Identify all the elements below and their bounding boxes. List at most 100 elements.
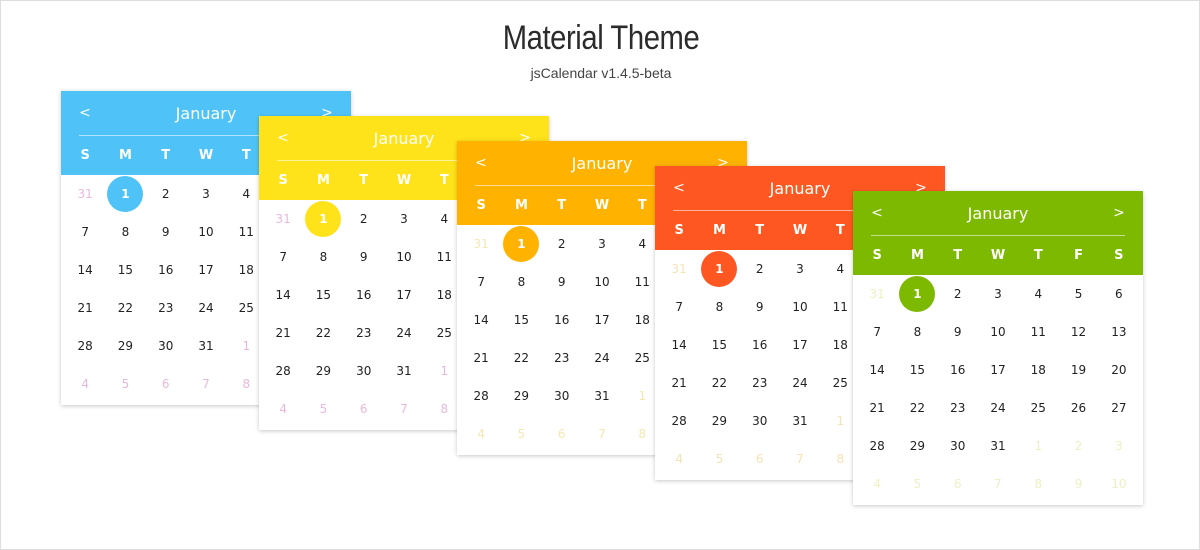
day-cell[interactable]: 22 — [105, 289, 145, 327]
day-cell[interactable]: 9 — [146, 213, 186, 251]
day-cell[interactable]: 11 — [1018, 313, 1058, 351]
day-cell[interactable]: 8 — [303, 238, 343, 276]
day-cell[interactable]: 2 — [146, 175, 186, 213]
day-cell[interactable]: 16 — [344, 276, 384, 314]
day-cell[interactable]: 9 — [542, 263, 582, 301]
day-cell[interactable]: 29 — [303, 352, 343, 390]
month-title[interactable]: January — [853, 204, 1143, 223]
day-cell[interactable]: 21 — [659, 364, 699, 402]
day-cell[interactable]: 16 — [146, 251, 186, 289]
day-cell[interactable]: 7 — [659, 288, 699, 326]
day-cell[interactable]: 15 — [303, 276, 343, 314]
day-cell[interactable]: 4 — [461, 415, 501, 453]
day-cell[interactable]: 24 — [186, 289, 226, 327]
day-cell[interactable]: 4 — [1018, 275, 1058, 313]
day-cell[interactable]: 2 — [344, 200, 384, 238]
day-cell[interactable]: 23 — [938, 389, 978, 427]
day-cell[interactable]: 22 — [897, 389, 937, 427]
day-cell[interactable]: 17 — [978, 351, 1018, 389]
day-cell[interactable]: 24 — [582, 339, 622, 377]
day-cell[interactable]: 6 — [146, 365, 186, 403]
day-cell[interactable]: 14 — [65, 251, 105, 289]
day-cell[interactable]: 10 — [582, 263, 622, 301]
day-cell[interactable]: 17 — [186, 251, 226, 289]
day-cell[interactable]: 13 — [1099, 313, 1139, 351]
day-cell[interactable]: 24 — [780, 364, 820, 402]
day-cell[interactable]: 22 — [303, 314, 343, 352]
day-cell[interactable]: 25 — [1018, 389, 1058, 427]
day-cell[interactable]: 29 — [105, 327, 145, 365]
day-cell[interactable]: 8 — [105, 213, 145, 251]
day-cell[interactable]: 7 — [461, 263, 501, 301]
day-cell[interactable]: 8 — [501, 263, 541, 301]
day-cell[interactable]: 21 — [65, 289, 105, 327]
day-cell-selected[interactable]: 1 — [501, 225, 541, 263]
day-cell[interactable]: 15 — [501, 301, 541, 339]
day-cell[interactable]: 5 — [699, 440, 739, 478]
day-cell[interactable]: 3 — [1099, 427, 1139, 465]
day-cell[interactable]: 8 — [1018, 465, 1058, 503]
day-cell[interactable]: 15 — [699, 326, 739, 364]
day-cell[interactable]: 9 — [938, 313, 978, 351]
day-cell-selected[interactable]: 1 — [897, 275, 937, 313]
day-cell[interactable]: 21 — [461, 339, 501, 377]
day-cell[interactable]: 12 — [1058, 313, 1098, 351]
day-cell[interactable]: 16 — [542, 301, 582, 339]
day-cell[interactable]: 27 — [1099, 389, 1139, 427]
day-cell[interactable]: 9 — [740, 288, 780, 326]
day-cell[interactable]: 6 — [740, 440, 780, 478]
day-cell[interactable]: 7 — [65, 213, 105, 251]
day-cell[interactable]: 29 — [699, 402, 739, 440]
day-cell[interactable]: 7 — [857, 313, 897, 351]
day-cell[interactable]: 5 — [897, 465, 937, 503]
day-cell[interactable]: 24 — [978, 389, 1018, 427]
day-cell[interactable]: 31 — [461, 225, 501, 263]
day-cell[interactable]: 7 — [780, 440, 820, 478]
day-cell[interactable]: 30 — [740, 402, 780, 440]
day-cell[interactable]: 30 — [542, 377, 582, 415]
day-cell[interactable]: 31 — [186, 327, 226, 365]
day-cell-selected[interactable]: 1 — [699, 250, 739, 288]
day-cell[interactable]: 31 — [384, 352, 424, 390]
day-cell[interactable]: 31 — [263, 200, 303, 238]
day-cell[interactable]: 6 — [542, 415, 582, 453]
day-cell[interactable]: 23 — [542, 339, 582, 377]
day-cell[interactable]: 7 — [186, 365, 226, 403]
day-cell[interactable]: 30 — [938, 427, 978, 465]
day-cell[interactable]: 8 — [897, 313, 937, 351]
day-cell[interactable]: 3 — [780, 250, 820, 288]
day-cell[interactable]: 4 — [65, 365, 105, 403]
day-cell-selected[interactable]: 1 — [105, 175, 145, 213]
day-cell[interactable]: 7 — [384, 390, 424, 428]
day-cell[interactable]: 5 — [501, 415, 541, 453]
day-cell[interactable]: 29 — [897, 427, 937, 465]
day-cell[interactable]: 1 — [1018, 427, 1058, 465]
day-cell[interactable]: 2 — [740, 250, 780, 288]
day-cell[interactable]: 8 — [699, 288, 739, 326]
day-cell[interactable]: 14 — [461, 301, 501, 339]
day-cell[interactable]: 15 — [897, 351, 937, 389]
day-cell[interactable]: 31 — [780, 402, 820, 440]
day-cell[interactable]: 10 — [186, 213, 226, 251]
day-cell[interactable]: 14 — [263, 276, 303, 314]
day-cell[interactable]: 15 — [105, 251, 145, 289]
day-cell[interactable]: 6 — [1099, 275, 1139, 313]
day-cell[interactable]: 23 — [344, 314, 384, 352]
day-cell[interactable]: 29 — [501, 377, 541, 415]
day-cell[interactable]: 22 — [699, 364, 739, 402]
day-cell[interactable]: 31 — [978, 427, 1018, 465]
day-cell[interactable]: 3 — [582, 225, 622, 263]
day-cell[interactable]: 24 — [384, 314, 424, 352]
day-cell[interactable]: 22 — [501, 339, 541, 377]
day-cell[interactable]: 28 — [461, 377, 501, 415]
day-cell[interactable]: 7 — [978, 465, 1018, 503]
day-cell[interactable]: 4 — [857, 465, 897, 503]
day-cell[interactable]: 10 — [1099, 465, 1139, 503]
day-cell[interactable]: 16 — [740, 326, 780, 364]
day-cell[interactable]: 28 — [263, 352, 303, 390]
day-cell[interactable]: 10 — [978, 313, 1018, 351]
day-cell[interactable]: 30 — [146, 327, 186, 365]
day-cell[interactable]: 6 — [938, 465, 978, 503]
day-cell[interactable]: 5 — [1058, 275, 1098, 313]
day-cell[interactable]: 10 — [780, 288, 820, 326]
